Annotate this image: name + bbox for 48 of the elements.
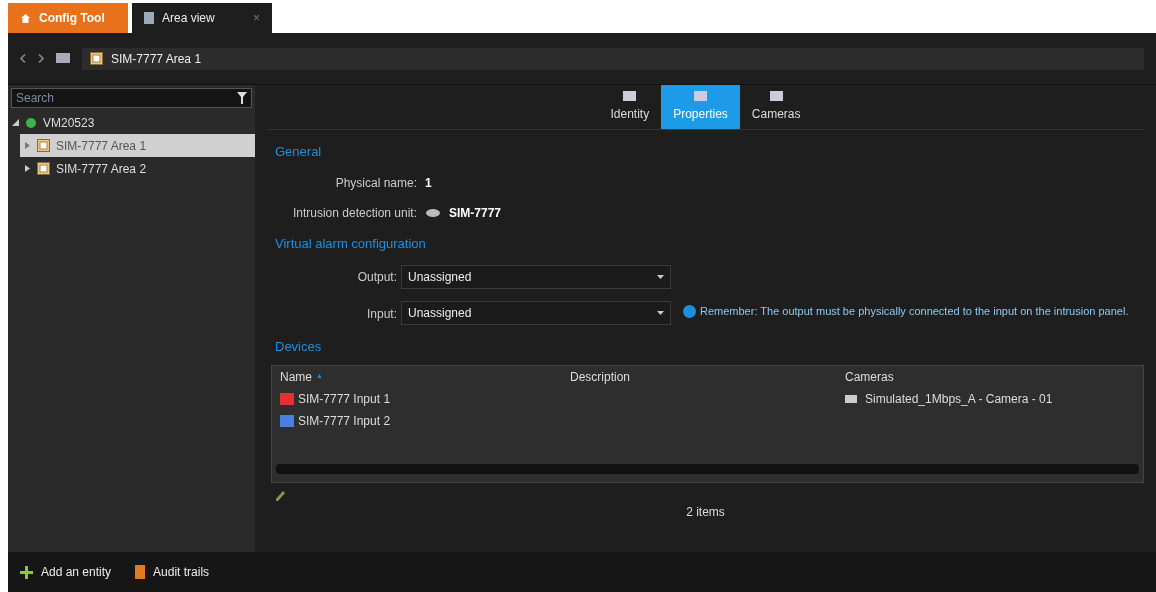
section-heading: Virtual alarm configuration [274, 234, 427, 253]
field-label: Intrusion detection unit: [291, 204, 417, 222]
home-icon [20, 12, 31, 24]
field-label: Output: [356, 269, 397, 286]
area-icon [90, 52, 103, 65]
info-icon [683, 305, 696, 318]
info-note: Remember: The output must be physically connected to the input on the intrusion panel. [700, 304, 1130, 319]
filter-icon[interactable] [237, 92, 247, 104]
audit-trails-button[interactable]: Audit trails [135, 563, 210, 581]
app-tab[interactable]: Area view × [132, 3, 272, 33]
caret-icon [657, 275, 664, 279]
table-cell-text: Simulated_1Mbps_A - Camera - 01 [865, 390, 1053, 408]
add-entity-button[interactable]: Add an entity [20, 563, 112, 581]
area-icon [37, 139, 50, 152]
field-label: Physical name: [334, 174, 417, 192]
area-icon [37, 162, 50, 175]
tree-item[interactable]: SIM-7777 Area 2 [20, 157, 255, 180]
column-header[interactable]: Cameras [845, 367, 1135, 386]
back-icon[interactable] [20, 54, 26, 63]
document-icon [135, 565, 146, 579]
output-dropdown[interactable]: Unassigned [401, 265, 671, 289]
column-header[interactable]: Description [570, 367, 845, 386]
tree-item[interactable]: VM20523 [8, 111, 255, 134]
caret-icon [657, 311, 664, 315]
section-heading: General [274, 143, 323, 161]
search-bar[interactable]: Search [11, 88, 252, 108]
search-field[interactable]: Search [16, 89, 237, 107]
horizontal-scrollbar[interactable] [276, 463, 1139, 474]
close-button[interactable]: × [253, 9, 260, 27]
field-value: SIM-7777 [449, 204, 502, 222]
column-header[interactable]: Name [280, 367, 312, 386]
breadcrumb-item[interactable]: SIM-7777 Area 1 [111, 49, 202, 68]
collapse-icon[interactable] [12, 119, 19, 126]
table-cell-text: SIM-7777 Input 2 [298, 412, 391, 430]
plus-icon [20, 565, 33, 579]
section-heading: Devices [274, 338, 323, 356]
item-count: 2 items [686, 503, 725, 521]
expand-icon[interactable] [24, 165, 31, 172]
input-dropdown[interactable]: Unassigned [401, 301, 671, 325]
view-tab[interactable]: Identity [598, 85, 662, 129]
field-label: Input: [365, 306, 397, 323]
forward-icon[interactable] [38, 54, 44, 63]
document-icon [144, 12, 154, 24]
table-cell-text: SIM-7777 Input 1 [298, 390, 391, 408]
pencil-icon[interactable] [275, 490, 285, 503]
view-tab[interactable]: Cameras [739, 85, 813, 129]
tree-item[interactable]: SIM-7777 Area 1 [20, 134, 255, 157]
field-value: 1 [425, 174, 432, 192]
